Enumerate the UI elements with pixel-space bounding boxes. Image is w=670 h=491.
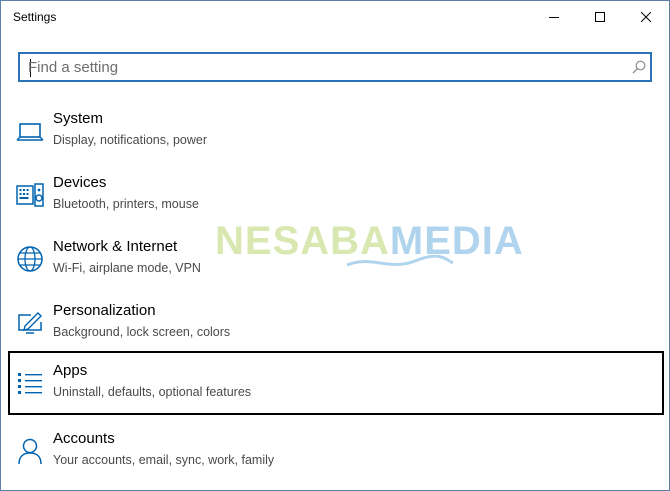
- apps-list-icon: [18, 373, 42, 394]
- window-title: Settings: [13, 10, 57, 24]
- laptop-icon: [16, 123, 44, 141]
- category-description: Uninstall, defaults, optional features: [53, 385, 252, 399]
- title-bar[interactable]: Settings: [1, 1, 669, 33]
- category-description: Wi-Fi, airplane mode, VPN: [53, 261, 201, 275]
- category-description: Your accounts, email, sync, work, family: [53, 453, 275, 467]
- category-personalization[interactable]: Personalization Background, lock screen,…: [8, 291, 664, 355]
- minimize-button[interactable]: [531, 1, 577, 33]
- category-description: Bluetooth, printers, mouse: [53, 197, 199, 211]
- category-name: Devices: [53, 174, 107, 191]
- minimize-icon: [549, 17, 559, 18]
- search-box[interactable]: [18, 52, 652, 82]
- maximize-button[interactable]: [577, 1, 623, 33]
- category-name: System: [53, 110, 104, 127]
- category-devices[interactable]: Devices Bluetooth, printers, mouse: [8, 163, 664, 227]
- category-name: Apps: [53, 362, 88, 379]
- category-accounts[interactable]: Accounts Your accounts, email, sync, wor…: [8, 419, 664, 483]
- category-name: Personalization: [53, 302, 156, 319]
- paint-screen-icon: [18, 312, 42, 334]
- globe-icon: [17, 246, 43, 272]
- category-name: Accounts: [53, 430, 115, 447]
- category-description: Display, notifications, power: [53, 133, 208, 147]
- category-apps[interactable]: Apps Uninstall, defaults, optional featu…: [8, 351, 664, 415]
- category-name: Network & Internet: [53, 238, 178, 255]
- category-system[interactable]: System Display, notifications, power: [8, 99, 664, 163]
- close-icon: [641, 12, 651, 22]
- category-description: Background, lock screen, colors: [53, 325, 231, 339]
- settings-window: Settings System Display, notifications, …: [0, 0, 670, 491]
- search-input[interactable]: [28, 57, 618, 77]
- person-icon: [18, 438, 42, 465]
- category-network-internet[interactable]: Network & Internet Wi-Fi, airplane mode,…: [8, 227, 664, 291]
- close-button[interactable]: [623, 1, 669, 33]
- maximize-icon: [595, 12, 605, 22]
- keyboard-speaker-icon: [16, 183, 44, 207]
- search-icon[interactable]: [632, 60, 646, 74]
